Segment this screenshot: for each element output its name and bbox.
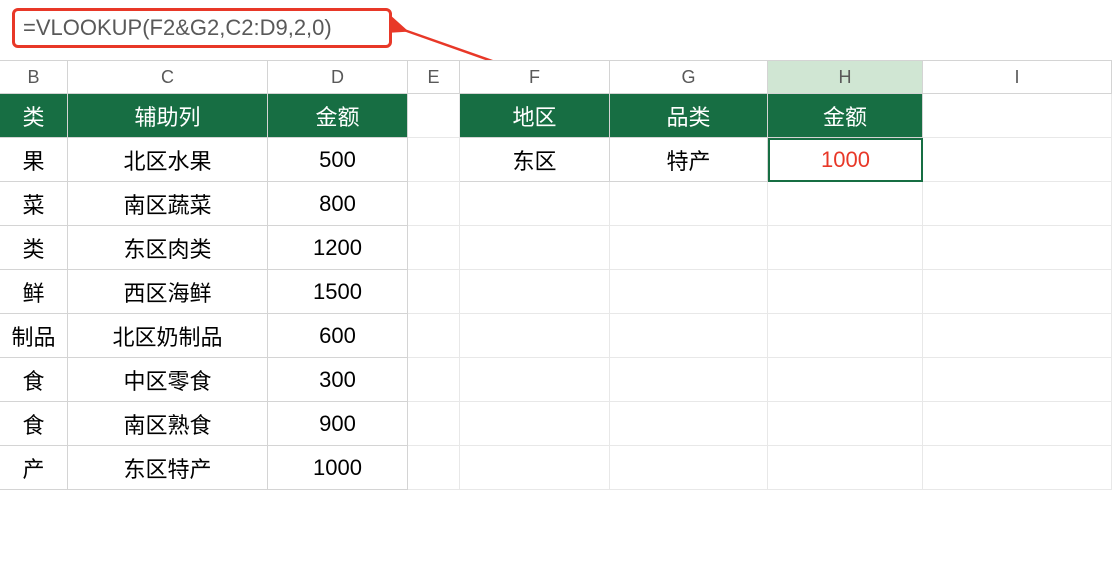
cell-C2[interactable]: 北区水果 xyxy=(68,138,268,182)
cell-I2[interactable] xyxy=(923,138,1112,182)
cell-B3[interactable]: 菜 xyxy=(0,182,68,226)
grid-row-6: 制品 北区奶制品 600 xyxy=(0,314,1112,358)
cell-I1[interactable] xyxy=(923,94,1112,138)
cell-C9[interactable]: 东区特产 xyxy=(68,446,268,490)
cell-G4[interactable] xyxy=(610,226,768,270)
formula-bar-box: =VLOOKUP(F2&G2,C2:D9,2,0) xyxy=(12,8,392,48)
cell-I5[interactable] xyxy=(923,270,1112,314)
cell-C5[interactable]: 西区海鲜 xyxy=(68,270,268,314)
grid-row-9: 产 东区特产 1000 xyxy=(0,446,1112,490)
cell-F3[interactable] xyxy=(460,182,610,226)
cell-F9[interactable] xyxy=(460,446,610,490)
cell-G3[interactable] xyxy=(610,182,768,226)
cell-E2[interactable] xyxy=(408,138,460,182)
cell-B9[interactable]: 产 xyxy=(0,446,68,490)
cell-H3[interactable] xyxy=(768,182,923,226)
cell-B4[interactable]: 类 xyxy=(0,226,68,270)
cell-E1[interactable] xyxy=(408,94,460,138)
cell-D4[interactable]: 1200 xyxy=(268,226,408,270)
cell-F5[interactable] xyxy=(460,270,610,314)
cell-H1[interactable]: 金额 xyxy=(768,94,923,138)
cell-D1[interactable]: 金额 xyxy=(268,94,408,138)
cell-D7[interactable]: 300 xyxy=(268,358,408,402)
cell-F7[interactable] xyxy=(460,358,610,402)
col-header-F[interactable]: F xyxy=(460,60,610,94)
cell-E4[interactable] xyxy=(408,226,460,270)
cell-I9[interactable] xyxy=(923,446,1112,490)
cell-G8[interactable] xyxy=(610,402,768,446)
cell-G7[interactable] xyxy=(610,358,768,402)
cell-D5[interactable]: 1500 xyxy=(268,270,408,314)
cell-I7[interactable] xyxy=(923,358,1112,402)
cell-H6[interactable] xyxy=(768,314,923,358)
cell-G6[interactable] xyxy=(610,314,768,358)
cell-H4[interactable] xyxy=(768,226,923,270)
spreadsheet-grid: 类 辅助列 金额 地区 品类 金额 果 北区水果 500 东区 特产 1000 … xyxy=(0,94,1112,490)
col-header-E[interactable]: E xyxy=(408,60,460,94)
grid-row-2: 果 北区水果 500 东区 特产 1000 xyxy=(0,138,1112,182)
cell-I3[interactable] xyxy=(923,182,1112,226)
grid-row-3: 菜 南区蔬菜 800 xyxy=(0,182,1112,226)
cell-C6[interactable]: 北区奶制品 xyxy=(68,314,268,358)
col-header-H[interactable]: H xyxy=(768,60,923,94)
cell-B6[interactable]: 制品 xyxy=(0,314,68,358)
cell-C8[interactable]: 南区熟食 xyxy=(68,402,268,446)
col-header-G[interactable]: G xyxy=(610,60,768,94)
cell-C3[interactable]: 南区蔬菜 xyxy=(68,182,268,226)
grid-row-8: 食 南区熟食 900 xyxy=(0,402,1112,446)
cell-D2[interactable]: 500 xyxy=(268,138,408,182)
cell-E5[interactable] xyxy=(408,270,460,314)
cell-E9[interactable] xyxy=(408,446,460,490)
cell-E7[interactable] xyxy=(408,358,460,402)
col-header-I[interactable]: I xyxy=(923,60,1112,94)
cell-B2[interactable]: 果 xyxy=(0,138,68,182)
cell-G9[interactable] xyxy=(610,446,768,490)
cell-H8[interactable] xyxy=(768,402,923,446)
cell-G2[interactable]: 特产 xyxy=(610,138,768,182)
cell-B5[interactable]: 鲜 xyxy=(0,270,68,314)
cell-C1[interactable]: 辅助列 xyxy=(68,94,268,138)
cell-H9[interactable] xyxy=(768,446,923,490)
cell-H2-result[interactable]: 1000 xyxy=(768,138,923,182)
cell-G5[interactable] xyxy=(610,270,768,314)
cell-D6[interactable]: 600 xyxy=(268,314,408,358)
column-headers-row: B C D E F G H I xyxy=(0,60,1112,94)
col-header-D[interactable]: D xyxy=(268,60,408,94)
cell-B7[interactable]: 食 xyxy=(0,358,68,402)
cell-F2[interactable]: 东区 xyxy=(460,138,610,182)
cell-I4[interactable] xyxy=(923,226,1112,270)
cell-I6[interactable] xyxy=(923,314,1112,358)
grid-row-4: 类 东区肉类 1200 xyxy=(0,226,1112,270)
cell-F6[interactable] xyxy=(460,314,610,358)
cell-F1[interactable]: 地区 xyxy=(460,94,610,138)
cell-E8[interactable] xyxy=(408,402,460,446)
cell-F8[interactable] xyxy=(460,402,610,446)
cell-D9[interactable]: 1000 xyxy=(268,446,408,490)
cell-H5[interactable] xyxy=(768,270,923,314)
grid-row-7: 食 中区零食 300 xyxy=(0,358,1112,402)
col-header-C[interactable]: C xyxy=(68,60,268,94)
cell-G1[interactable]: 品类 xyxy=(610,94,768,138)
cell-H7[interactable] xyxy=(768,358,923,402)
cell-E6[interactable] xyxy=(408,314,460,358)
cell-C7[interactable]: 中区零食 xyxy=(68,358,268,402)
formula-text[interactable]: =VLOOKUP(F2&G2,C2:D9,2,0) xyxy=(23,15,332,41)
cell-C4[interactable]: 东区肉类 xyxy=(68,226,268,270)
cell-B8[interactable]: 食 xyxy=(0,402,68,446)
grid-row-5: 鲜 西区海鲜 1500 xyxy=(0,270,1112,314)
cell-F4[interactable] xyxy=(460,226,610,270)
cell-I8[interactable] xyxy=(923,402,1112,446)
grid-row-1: 类 辅助列 金额 地区 品类 金额 xyxy=(0,94,1112,138)
cell-D3[interactable]: 800 xyxy=(268,182,408,226)
col-header-B[interactable]: B xyxy=(0,60,68,94)
cell-E3[interactable] xyxy=(408,182,460,226)
cell-B1[interactable]: 类 xyxy=(0,94,68,138)
cell-D8[interactable]: 900 xyxy=(268,402,408,446)
